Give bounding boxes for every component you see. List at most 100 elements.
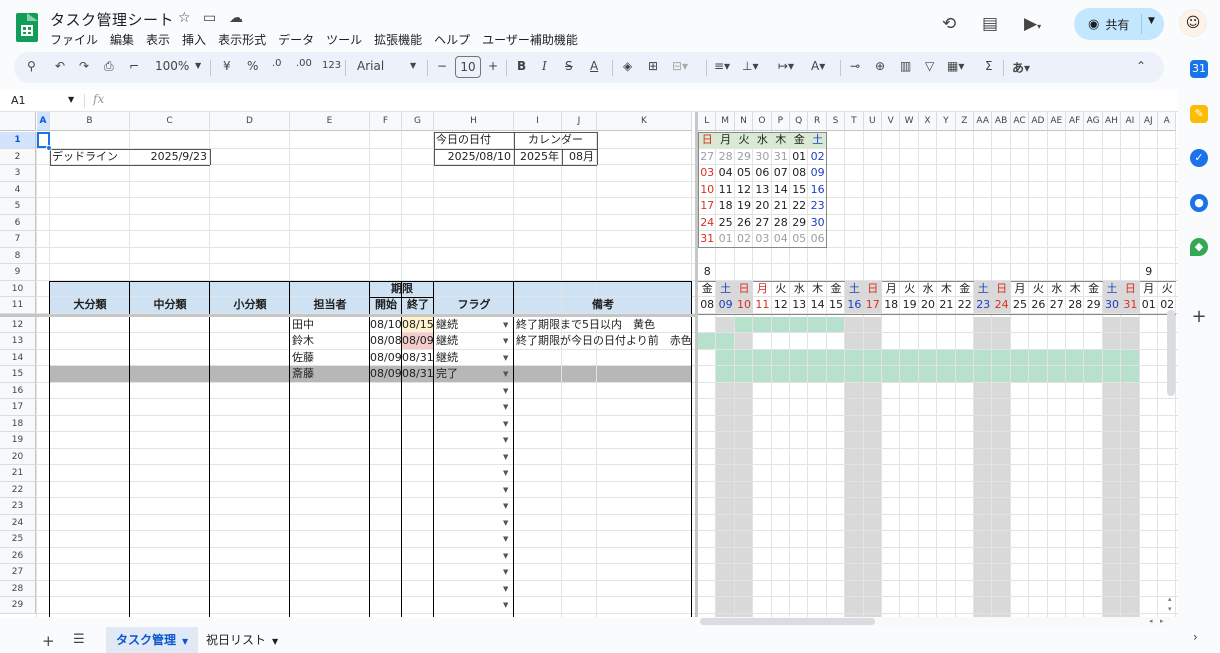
row-header-3[interactable]: 3 <box>0 165 36 182</box>
calendar-day[interactable]: 13 <box>753 182 771 198</box>
search-menus-icon[interactable]: ⚲ <box>27 59 36 73</box>
calendar-day[interactable]: 05 <box>790 231 808 247</box>
italic-icon[interactable]: I <box>542 59 547 73</box>
move-folder-icon[interactable]: ▭ <box>203 10 216 26</box>
column-header-R[interactable]: R <box>808 112 827 131</box>
column-header-AI[interactable]: AI <box>1121 112 1140 131</box>
column-header-P[interactable]: P <box>771 112 790 131</box>
decrease-decimal-button[interactable]: .0 <box>272 58 282 69</box>
column-header-AA[interactable]: AA <box>974 112 993 131</box>
calendar-day[interactable]: 25 <box>716 215 734 231</box>
row-header-17[interactable]: 17 <box>0 399 36 416</box>
flag-dropdown-icon[interactable]: ▼ <box>503 469 508 477</box>
spreadsheet-grid[interactable]: A B C D E F G H I J K L M N O P Q R S T U V W X Y Z AA AB AC AD AE AF AG… <box>0 112 1178 617</box>
column-header-AE[interactable]: AE <box>1047 112 1066 131</box>
zoom-select[interactable]: 100% <box>155 59 189 73</box>
calendar-day[interactable]: 14 <box>772 182 790 198</box>
font-size-input[interactable]: 10 <box>455 56 481 78</box>
task-end-date[interactable]: 08/09 <box>402 333 434 349</box>
column-header-C[interactable]: C <box>130 112 210 131</box>
task-flag[interactable]: 完了 <box>434 366 458 382</box>
column-header-V[interactable]: V <box>882 112 901 131</box>
calendar-day[interactable]: 22 <box>790 198 808 214</box>
column-header-AH[interactable]: AH <box>1102 112 1122 131</box>
paint-format-icon[interactable]: ⌐ <box>129 59 139 73</box>
task-end-date[interactable]: 08/15 <box>402 317 434 333</box>
version-history-icon[interactable]: ⟲ <box>942 14 956 34</box>
flag-dropdown-icon[interactable]: ▼ <box>503 337 508 345</box>
flag-dropdown-icon[interactable]: ▼ <box>503 436 508 444</box>
undo-icon[interactable]: ↶ <box>55 59 65 73</box>
column-header-AB[interactable]: AB <box>992 112 1011 131</box>
column-header-K[interactable]: K <box>597 112 692 131</box>
column-header-A[interactable]: A <box>1158 112 1177 131</box>
filter-views-icon[interactable]: ▦▾ <box>947 59 964 73</box>
row-header-4[interactable]: 4 <box>0 181 36 198</box>
scroll-right-icon[interactable]: ▸ <box>1160 617 1164 625</box>
task-start-date[interactable]: 08/09 <box>370 350 402 366</box>
horizontal-scrollbar[interactable] <box>700 617 1170 626</box>
row-header-28[interactable]: 28 <box>0 580 36 597</box>
sheet-tab-holidays[interactable]: 祝日リスト ▼ <box>196 627 288 653</box>
column-header-Z[interactable]: Z <box>955 112 974 131</box>
flag-dropdown-icon[interactable]: ▼ <box>503 585 508 593</box>
scroll-left-icon[interactable]: ◂ <box>1149 617 1153 625</box>
sheet-tab-menu-icon[interactable]: ▼ <box>182 637 188 646</box>
header-start[interactable]: 開始 <box>370 297 402 313</box>
calendar-day[interactable]: 03 <box>753 231 771 247</box>
header-period[interactable]: 期限 <box>370 281 434 297</box>
column-header-AG[interactable]: AG <box>1084 112 1103 131</box>
row-header-12[interactable]: 12 <box>0 316 36 333</box>
flag-dropdown-icon[interactable]: ▼ <box>503 387 508 395</box>
user-avatar[interactable]: ☺ <box>1179 9 1207 37</box>
calendar-day[interactable]: 10 <box>698 182 716 198</box>
add-sheet-icon[interactable]: + <box>42 632 55 650</box>
keep-icon[interactable]: ✎ <box>1190 105 1208 123</box>
task-owner[interactable]: 鈴木 <box>290 333 314 349</box>
calendar-day[interactable]: 17 <box>698 198 716 214</box>
task-owner[interactable]: 佐藤 <box>290 350 314 366</box>
calendar-day[interactable]: 30 <box>753 149 771 165</box>
flag-dropdown-icon[interactable]: ▼ <box>503 552 508 560</box>
text-wrapping-icon[interactable]: ↦▾ <box>778 59 794 73</box>
font-family-select[interactable]: Arial <box>357 59 384 73</box>
calendar-year[interactable]: 2025年 <box>514 149 562 165</box>
document-title[interactable]: タスク管理シート <box>50 9 174 30</box>
row-header-21[interactable]: 21 <box>0 465 36 482</box>
calendar-day[interactable]: 21 <box>772 198 790 214</box>
tasks-icon[interactable]: ✓ <box>1190 149 1208 167</box>
calendar-day[interactable]: 09 <box>808 165 826 181</box>
menu-item-2[interactable]: 表示 <box>146 31 170 48</box>
row-header-6[interactable]: 6 <box>0 214 36 231</box>
all-sheets-icon[interactable]: ☰ <box>73 632 85 647</box>
more-formats-button[interactable]: 123 <box>322 60 341 71</box>
task-start-date[interactable]: 08/08 <box>370 333 402 349</box>
meet-video-icon[interactable]: ▶▾ <box>1024 14 1041 34</box>
column-header-U[interactable]: U <box>863 112 882 131</box>
calendar-day[interactable]: 28 <box>772 215 790 231</box>
frozen-column-divider[interactable] <box>695 112 698 617</box>
calendar-day[interactable]: 06 <box>808 231 826 247</box>
contacts-icon[interactable]: ● <box>1190 194 1208 212</box>
horizontal-scroll-thumb[interactable] <box>700 618 875 625</box>
column-header-W[interactable]: W <box>900 112 919 131</box>
column-header-Y[interactable]: Y <box>937 112 956 131</box>
task-owner[interactable]: 田中 <box>290 317 314 333</box>
flag-dropdown-icon[interactable]: ▼ <box>503 354 508 362</box>
calendar-day[interactable]: 03 <box>698 165 716 181</box>
column-header-AF[interactable]: AF <box>1066 112 1085 131</box>
flag-dropdown-icon[interactable]: ▼ <box>503 403 508 411</box>
calendar-day[interactable]: 24 <box>698 215 716 231</box>
column-header-AD[interactable]: AD <box>1029 112 1048 131</box>
scroll-down-icon[interactable]: ▾ <box>1168 605 1172 613</box>
column-header-X[interactable]: X <box>918 112 938 131</box>
calendar-day[interactable]: 30 <box>808 215 826 231</box>
task-end-date[interactable]: 08/31 <box>402 366 434 382</box>
column-header-N[interactable]: N <box>734 112 754 131</box>
redo-icon[interactable]: ↷ <box>79 59 89 73</box>
column-header-G[interactable]: G <box>402 112 434 131</box>
currency-format-button[interactable]: ¥ <box>223 59 231 73</box>
calendar-day[interactable]: 02 <box>735 231 753 247</box>
column-header-E[interactable]: E <box>290 112 370 131</box>
bold-icon[interactable]: B <box>517 59 526 73</box>
